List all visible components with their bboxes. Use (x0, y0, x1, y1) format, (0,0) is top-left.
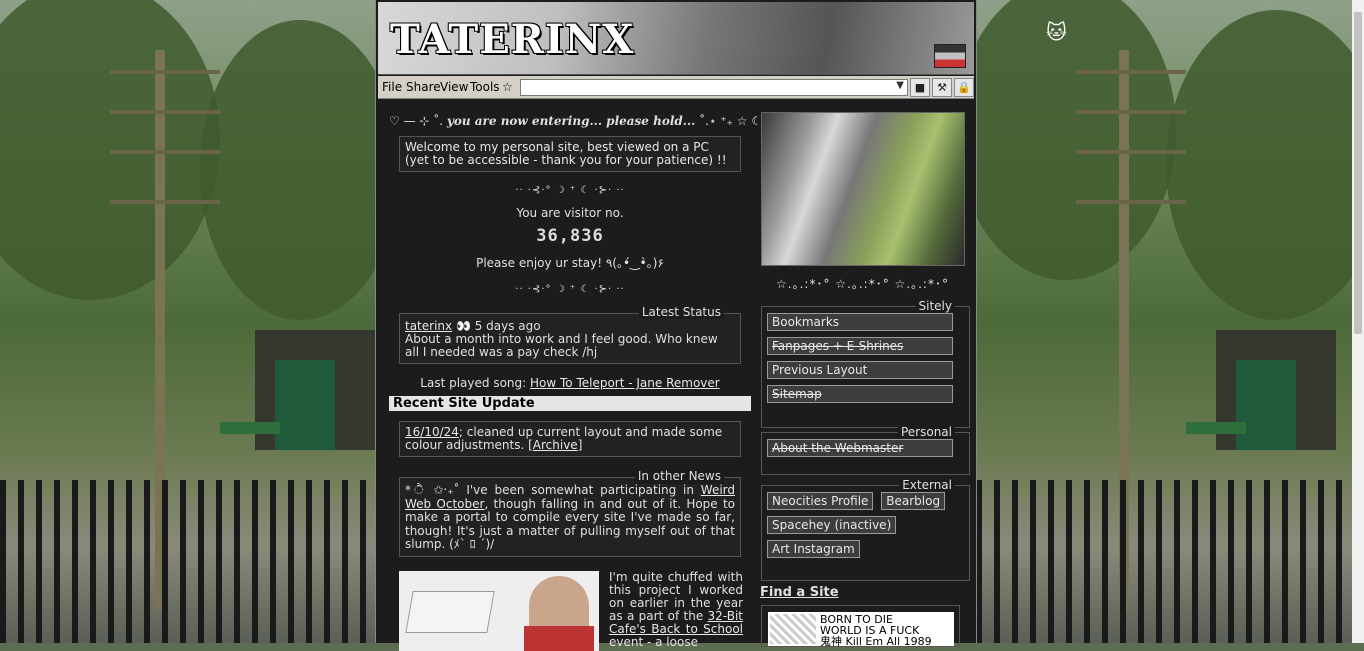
bookmarks-button[interactable]: Bookmarks (767, 313, 953, 331)
neocities-profile-button[interactable]: Neocities Profile (767, 492, 874, 510)
visitor-label: You are visitor no. (516, 206, 624, 220)
menu-bar: File Share View Tools ☆ ▼ ■ ⚒ 🔒 (378, 76, 974, 99)
news-box: In other News * ੈ ✩‧₊˚ I've been somewha… (399, 469, 741, 557)
welcome-text: Welcome to my personal site, best viewed… (405, 140, 727, 167)
find-a-site-link[interactable]: Find a Site (760, 585, 839, 600)
spacehey-button[interactable]: Spacehey (inactive) (767, 516, 897, 534)
site-logo[interactable]: TATERINX (390, 16, 634, 63)
flag-icon (934, 44, 966, 68)
update-close-bracket: ] (577, 438, 583, 452)
chevron-down-icon: ▼ (896, 80, 904, 91)
snoopy-graphic (770, 614, 816, 644)
pole-crossbar (110, 110, 220, 114)
lock-icon[interactable]: 🔒 (954, 78, 974, 97)
last-played-song-link[interactable]: How To Teleport - Jane Remover (530, 376, 720, 390)
recent-update-title: Recent Site Update (389, 396, 751, 411)
fanpages-button[interactable]: Fanpages + E-Shrines (767, 337, 953, 355)
star-icon[interactable]: ☆ (502, 80, 513, 94)
divider: ·· ·⊰·° ☽ ⁺ ☾ ·⊱· ·· (515, 185, 625, 196)
project-text: I'm quite chuffed with this project I wo… (609, 571, 743, 649)
sitemap-button[interactable]: Sitemap (767, 385, 953, 403)
pole-crossbar (110, 150, 220, 154)
header-banner: TATERINX (378, 2, 974, 75)
entering-pre: ♡ — ⊹ ˚. (389, 114, 444, 128)
cat-cursor-icon: 🐱 (1046, 20, 1067, 44)
pole-crossbar (110, 70, 220, 74)
status-box: Latest Status taterinx 👀 5 days ago Abou… (399, 306, 741, 364)
shed-door (275, 360, 335, 450)
update-date-link[interactable]: 16/10/24 (405, 425, 459, 439)
personal-legend: Personal (897, 425, 955, 439)
floppy-disk-icon[interactable]: ■ (910, 78, 930, 97)
bench (1186, 422, 1246, 434)
shed-door (1236, 360, 1296, 450)
menu-share[interactable]: Share (406, 80, 441, 94)
menu-tools[interactable]: Tools (470, 80, 500, 94)
pole-crossbar (1076, 200, 1186, 204)
divider: ·· ·⊰·° ☽ ⁺ ☾ ·⊱· ·· (515, 284, 625, 295)
external-panel: External Neocities Profile Bearblog Spac… (761, 478, 970, 581)
background-photo-left (0, 0, 375, 643)
menu-view[interactable]: View (440, 80, 468, 94)
bench (220, 422, 280, 434)
pole-crossbar (1076, 70, 1186, 74)
status-legend: Latest Status (638, 306, 724, 319)
sitely-panel: Sitely Bookmarks Fanpages + E-Shrines Pr… (761, 299, 970, 428)
find-site-box: BORN TO DIE WORLD IS A FUCK 鬼神 Kill Em A… (761, 605, 960, 647)
tree-foliage (976, 0, 1176, 280)
scrollbar[interactable] (1352, 0, 1364, 643)
tree-foliage (200, 20, 375, 320)
enjoy-text: Please enjoy ur stay! ٩(｡•́‿•̀｡)۶ (476, 256, 664, 270)
about-webmaster-button[interactable]: About the Webmaster (767, 439, 953, 457)
external-legend: External (899, 478, 955, 492)
news-legend: In other News (634, 469, 724, 484)
scroll-thumb[interactable] (1354, 12, 1362, 334)
status-meta: 👀 5 days ago (455, 319, 541, 333)
site-banner[interactable]: BORN TO DIE WORLD IS A FUCK 鬼神 Kill Em A… (768, 612, 954, 647)
menu-file[interactable]: File (382, 80, 402, 94)
status-text: About a month into work and I feel good.… (405, 332, 718, 359)
background-photo-right (976, 0, 1352, 643)
update-box: 16/10/24; cleaned up current layout and … (399, 421, 741, 457)
project-text-post: event - a loose (609, 635, 698, 649)
entering-banner: ♡ — ⊹ ˚. you are now entering... please … (389, 114, 791, 128)
personal-panel: Personal About the Webmaster (761, 425, 970, 475)
banner-text: BORN TO DIE WORLD IS A FUCK 鬼神 Kill Em A… (820, 614, 932, 647)
previous-layout-button[interactable]: Previous Layout (767, 361, 953, 379)
hammer-icon[interactable]: ⚒ (932, 78, 952, 97)
cathedral-photo (761, 112, 965, 266)
stars-divider: ☆.｡.:*･° ☆.｡.:*･° ☆.｡.:*･° (776, 277, 949, 291)
art-instagram-button[interactable]: Art Instagram (767, 540, 860, 558)
last-played: Last played song: How To Teleport - Jane… (389, 376, 751, 390)
news-pre: * ੈ ✩‧₊˚ I've been somewhat participatin… (405, 483, 701, 497)
napoleon-image (399, 571, 599, 651)
welcome-box: Welcome to my personal site, best viewed… (399, 136, 741, 172)
visitor-counter: 36,836 (536, 226, 604, 246)
address-dropdown[interactable]: ▼ (520, 79, 908, 96)
last-played-label: Last played song: (420, 376, 527, 390)
pole-crossbar (110, 200, 220, 204)
fence (976, 480, 1352, 643)
banner-line-3: 鬼神 Kill Em All 1989 (820, 635, 932, 648)
book-box-graphic (405, 591, 495, 633)
site-container: TATERINX File Share View Tools ☆ ▼ ■ ⚒ 🔒… (375, 0, 977, 651)
status-user-link[interactable]: taterinx (405, 319, 452, 333)
entering-text: you are now entering... please hold... (446, 114, 696, 128)
fence (0, 480, 375, 643)
sitely-legend: Sitely (915, 299, 955, 313)
bearblog-button[interactable]: Bearblog (881, 492, 946, 510)
archive-link[interactable]: Archive (533, 438, 578, 452)
pole-crossbar (1076, 150, 1186, 154)
tree-foliage (1166, 10, 1352, 320)
portrait-sash (524, 626, 594, 651)
pole-crossbar (1076, 110, 1186, 114)
main-content: ♡ — ⊹ ˚. you are now entering... please … (389, 108, 791, 651)
